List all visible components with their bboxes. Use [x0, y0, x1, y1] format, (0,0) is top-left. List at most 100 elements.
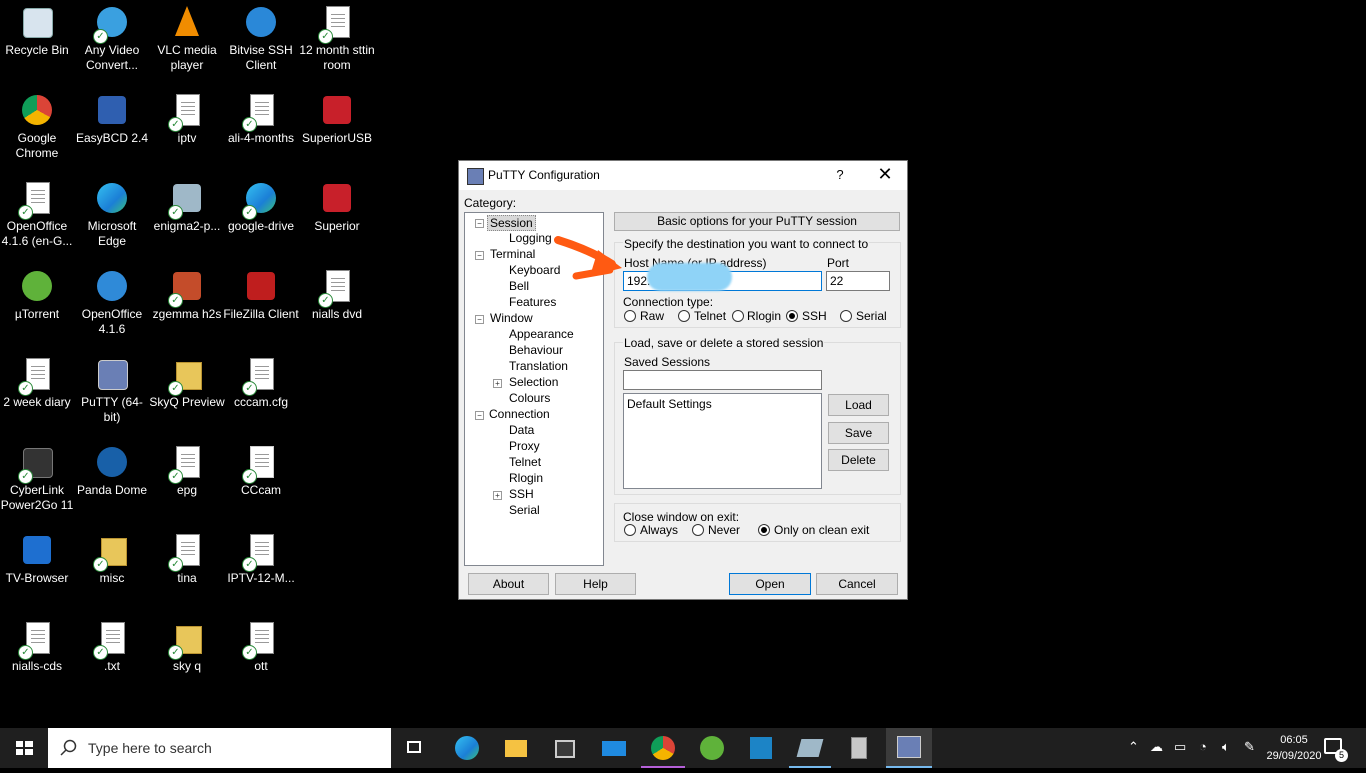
- battery-icon[interactable]: ▭: [1174, 739, 1186, 755]
- volume-icon[interactable]: 🔈︎: [1222, 739, 1230, 755]
- list-item[interactable]: Default Settings: [627, 397, 818, 411]
- tree-item-telnet[interactable]: Telnet: [509, 455, 541, 469]
- desktop-icon-zgemma-h2s[interactable]: ✓ zgemma h2s: [149, 264, 225, 322]
- desktop-icon-any-video-converter[interactable]: ✓ Any Video Convert...: [74, 0, 150, 73]
- tree-item-ssh[interactable]: SSH: [509, 487, 534, 501]
- help-button[interactable]: Help: [555, 573, 636, 595]
- radio-always[interactable]: [624, 524, 636, 536]
- task-view-icon[interactable]: [404, 736, 428, 760]
- collapse-icon[interactable]: −: [475, 219, 484, 228]
- utorrent-taskbar-icon[interactable]: [700, 736, 724, 760]
- radio-serial[interactable]: [840, 310, 852, 322]
- desktop-icon-vlc[interactable]: VLC media player: [149, 0, 225, 73]
- radio-telnet[interactable]: [678, 310, 690, 322]
- desktop-icon-google-chrome[interactable]: Google Chrome: [0, 88, 75, 161]
- port-input[interactable]: 22: [826, 271, 890, 291]
- save-button[interactable]: Save: [828, 422, 889, 444]
- desktop-icon-recycle-bin[interactable]: Recycle Bin: [0, 0, 75, 58]
- desktop-icon-epg[interactable]: ✓ epg: [149, 440, 225, 498]
- desktop-icon-nialls-dvd[interactable]: ✓ nialls dvd: [299, 264, 375, 322]
- network-app-icon[interactable]: [749, 736, 773, 760]
- desktop-icon-misc[interactable]: ✓ misc: [74, 528, 150, 586]
- radio-raw[interactable]: [624, 310, 636, 322]
- expand-icon[interactable]: +: [493, 491, 502, 500]
- desktop-icon-skyq-preview[interactable]: ✓ SkyQ Preview: [149, 352, 225, 410]
- tree-item-window[interactable]: Window: [490, 311, 533, 325]
- desktop-icon-google-drive[interactable]: ✓ google-drive: [223, 176, 299, 234]
- tree-item-behaviour[interactable]: Behaviour: [509, 343, 563, 357]
- desktop-icon-ott[interactable]: ✓ ott: [223, 616, 299, 674]
- taskbar-search-box[interactable]: Type here to search: [48, 728, 391, 768]
- wifi-icon[interactable]: ◔: [1199, 739, 1207, 754]
- desktop-icon-tv-browser[interactable]: TV-Browser: [0, 528, 75, 586]
- file-explorer-icon[interactable]: [504, 736, 528, 760]
- tree-item-bell[interactable]: Bell: [509, 279, 529, 293]
- tree-item-terminal[interactable]: Terminal: [490, 247, 535, 261]
- sessions-list[interactable]: Default Settings: [623, 393, 822, 489]
- about-button[interactable]: About: [468, 573, 549, 595]
- store-icon[interactable]: [553, 736, 577, 760]
- desktop-icon-microsoft-edge[interactable]: Microsoft Edge: [74, 176, 150, 249]
- tree-item-features[interactable]: Features: [509, 295, 556, 309]
- saved-sessions-input[interactable]: [623, 370, 822, 390]
- tree-item-proxy[interactable]: Proxy: [509, 439, 540, 453]
- desktop-icon-easybcd[interactable]: EasyBCD 2.4: [74, 88, 150, 146]
- desktop-icon-nialls-cds[interactable]: ✓ nialls-cds: [0, 616, 75, 674]
- radio-ssh[interactable]: [786, 310, 798, 322]
- desktop-icon-filezilla[interactable]: FileZilla Client: [223, 264, 299, 322]
- chevron-up-icon[interactable]: ⌃: [1128, 739, 1139, 755]
- tree-item-data[interactable]: Data: [509, 423, 534, 437]
- desktop-icon-12-month-sttin-room[interactable]: ✓ 12 month sttin room: [299, 0, 375, 73]
- desktop-icon-sky-q[interactable]: ✓ sky q: [149, 616, 225, 674]
- desktop-icon-superior[interactable]: Superior: [299, 176, 375, 234]
- tree-item-rlogin[interactable]: Rlogin: [509, 471, 543, 485]
- tree-item-serial[interactable]: Serial: [509, 503, 540, 517]
- desktop-icon-putty[interactable]: PuTTY (64-bit): [74, 352, 150, 425]
- desktop-icon-enigma2[interactable]: ✓ enigma2-p...: [149, 176, 225, 234]
- collapse-icon[interactable]: −: [475, 315, 484, 324]
- close-icon[interactable]: ✕: [874, 164, 896, 185]
- mail-icon[interactable]: [602, 736, 626, 760]
- desktop-icon-superiorusb[interactable]: SuperiorUSB: [299, 88, 375, 146]
- desktop-icon-iptv-12-m[interactable]: ✓ IPTV-12-M...: [223, 528, 299, 586]
- putty-taskbar-button[interactable]: [886, 728, 932, 768]
- desktop-icon-openoffice-en-gb[interactable]: ✓ OpenOffice 4.1.6 (en-G...: [0, 176, 75, 249]
- calculator-icon[interactable]: [847, 736, 871, 760]
- radio-only-on-clean-exit[interactable]: [758, 524, 770, 536]
- cancel-button[interactable]: Cancel: [816, 573, 898, 595]
- help-title-button[interactable]: ?: [830, 167, 850, 182]
- open-button[interactable]: Open: [729, 573, 811, 595]
- desktop-icon-utorrent[interactable]: µTorrent: [0, 264, 75, 322]
- chrome-taskbar-icon[interactable]: [651, 736, 675, 760]
- title-bar[interactable]: PuTTY Configuration ? ✕: [459, 161, 907, 190]
- desktop-icon-tina[interactable]: ✓ tina: [149, 528, 225, 586]
- tree-item-logging[interactable]: Logging: [509, 231, 552, 245]
- radio-never[interactable]: [692, 524, 704, 536]
- archive-taskbar-icon[interactable]: [796, 736, 824, 760]
- desktop-icon-iptv[interactable]: ✓ iptv: [149, 88, 225, 146]
- onedrive-icon[interactable]: ☁: [1150, 739, 1163, 755]
- tree-item-colours[interactable]: Colours: [509, 391, 550, 405]
- start-button[interactable]: [0, 728, 48, 768]
- load-button[interactable]: Load: [828, 394, 889, 416]
- pen-icon[interactable]: ✎: [1244, 739, 1255, 755]
- collapse-icon[interactable]: −: [475, 411, 484, 420]
- collapse-icon[interactable]: −: [475, 251, 484, 260]
- desktop-icon-openoffice[interactable]: OpenOffice 4.1.6: [74, 264, 150, 337]
- tree-item-translation[interactable]: Translation: [509, 359, 568, 373]
- desktop-icon-txt[interactable]: ✓ .txt: [74, 616, 150, 674]
- delete-button[interactable]: Delete: [828, 449, 889, 471]
- desktop-icon-2-week-diary[interactable]: ✓ 2 week diary: [0, 352, 75, 410]
- desktop-icon-cccam-cfg[interactable]: ✓ cccam.cfg: [223, 352, 299, 410]
- tree-item-session[interactable]: Session: [487, 215, 536, 231]
- expand-icon[interactable]: +: [493, 379, 502, 388]
- tree-item-appearance[interactable]: Appearance: [509, 327, 574, 341]
- desktop-icon-cccam[interactable]: ✓ CCcam: [223, 440, 299, 498]
- tree-item-connection[interactable]: Connection: [489, 407, 550, 421]
- desktop-icon-ali-4-months[interactable]: ✓ ali-4-months: [223, 88, 299, 146]
- desktop-icon-cyberlink-power2go[interactable]: ✓ CyberLink Power2Go 11: [0, 440, 75, 513]
- tree-item-selection[interactable]: Selection: [509, 375, 558, 389]
- desktop-icon-panda-dome[interactable]: Panda Dome: [74, 440, 150, 498]
- edge-taskbar-icon[interactable]: [455, 736, 479, 760]
- radio-rlogin[interactable]: [732, 310, 744, 322]
